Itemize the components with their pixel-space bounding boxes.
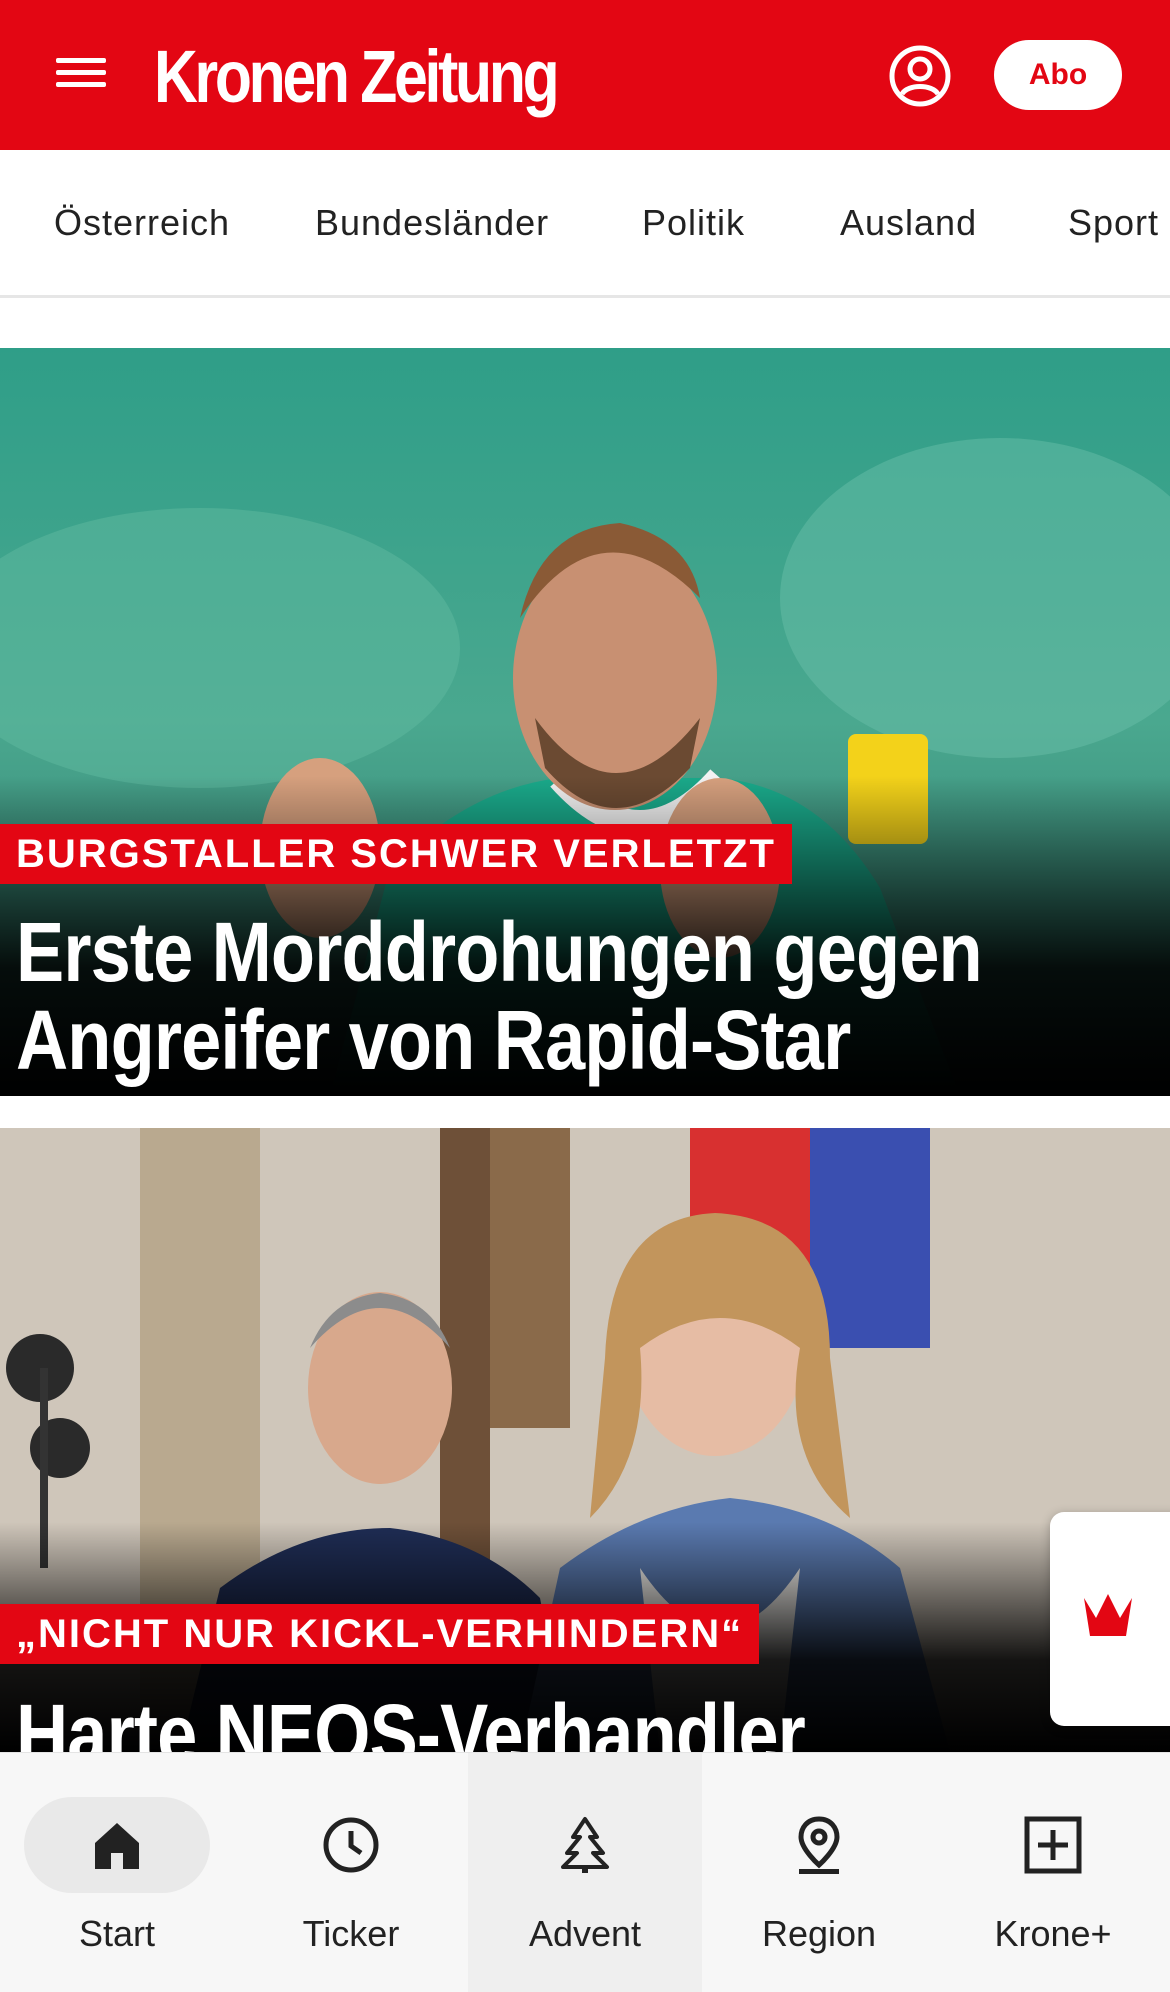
tab-label: Advent [528,1913,642,1954]
plus-square-icon [1024,1816,1082,1874]
article-kicker: „NICHT NUR KICKL-VERHINDERN“ [0,1604,760,1664]
headline-line: Erste Morddrohungen gegen [16,905,983,999]
tab-advent[interactable]: Advent [468,1753,702,1992]
tab-label: Krone+ [994,1913,1112,1954]
home-icon [95,1823,139,1869]
nav-item-sport[interactable]: Sport [1068,202,1159,244]
clock-icon [323,1817,379,1873]
user-account-icon[interactable] [888,44,952,108]
krone-floating-button[interactable] [1050,1512,1170,1726]
bottom-navigation: Start Ticker Advent Region Krone+ [0,1752,1170,1992]
article-headline[interactable]: Erste Morddrohungen gegen Angreifer von … [16,908,1134,1084]
article-card[interactable]: BURGSTALLER SCHWER VERLETZT Erste Morddr… [0,348,1170,1096]
location-pin-icon [798,1816,840,1874]
article-card[interactable]: „NICHT NUR KICKL-VERHINDERN“ Harte NEOS-… [0,1128,1170,1752]
nav-item-oesterreich[interactable]: Österreich [54,202,230,244]
nav-item-politik[interactable]: Politik [642,202,745,244]
article-kicker: BURGSTALLER SCHWER VERLETZT [0,824,792,884]
nav-item-bundeslaender[interactable]: Bundesländer [315,202,549,244]
christmas-tree-icon [561,1817,609,1873]
tab-label: Region [761,1913,877,1954]
hamburger-menu-icon[interactable] [50,48,112,98]
headline-line: Angreifer von Rapid-Star [16,993,851,1087]
kronen-zeitung-logo[interactable]: Kronen Zeitung [154,34,560,120]
abo-button[interactable]: Abo [994,40,1122,110]
app-header: Kronen Zeitung Abo [0,0,1170,150]
tab-start[interactable]: Start [0,1753,234,1992]
krone-crown-icon [1084,1594,1132,1636]
tab-krone-plus[interactable]: Krone+ [936,1753,1170,1992]
headline-line: Harte NEOS-Verhandler [16,1687,806,1752]
category-nav: Österreich Bundesländer Politik Ausland … [0,150,1170,298]
tab-ticker[interactable]: Ticker [234,1753,468,1992]
tab-label: Ticker [302,1913,400,1954]
tab-region[interactable]: Region [702,1753,936,1992]
article-headline[interactable]: Harte NEOS-Verhandler [16,1690,1134,1752]
tab-label: Start [78,1913,156,1954]
nav-item-ausland[interactable]: Ausland [840,202,977,244]
